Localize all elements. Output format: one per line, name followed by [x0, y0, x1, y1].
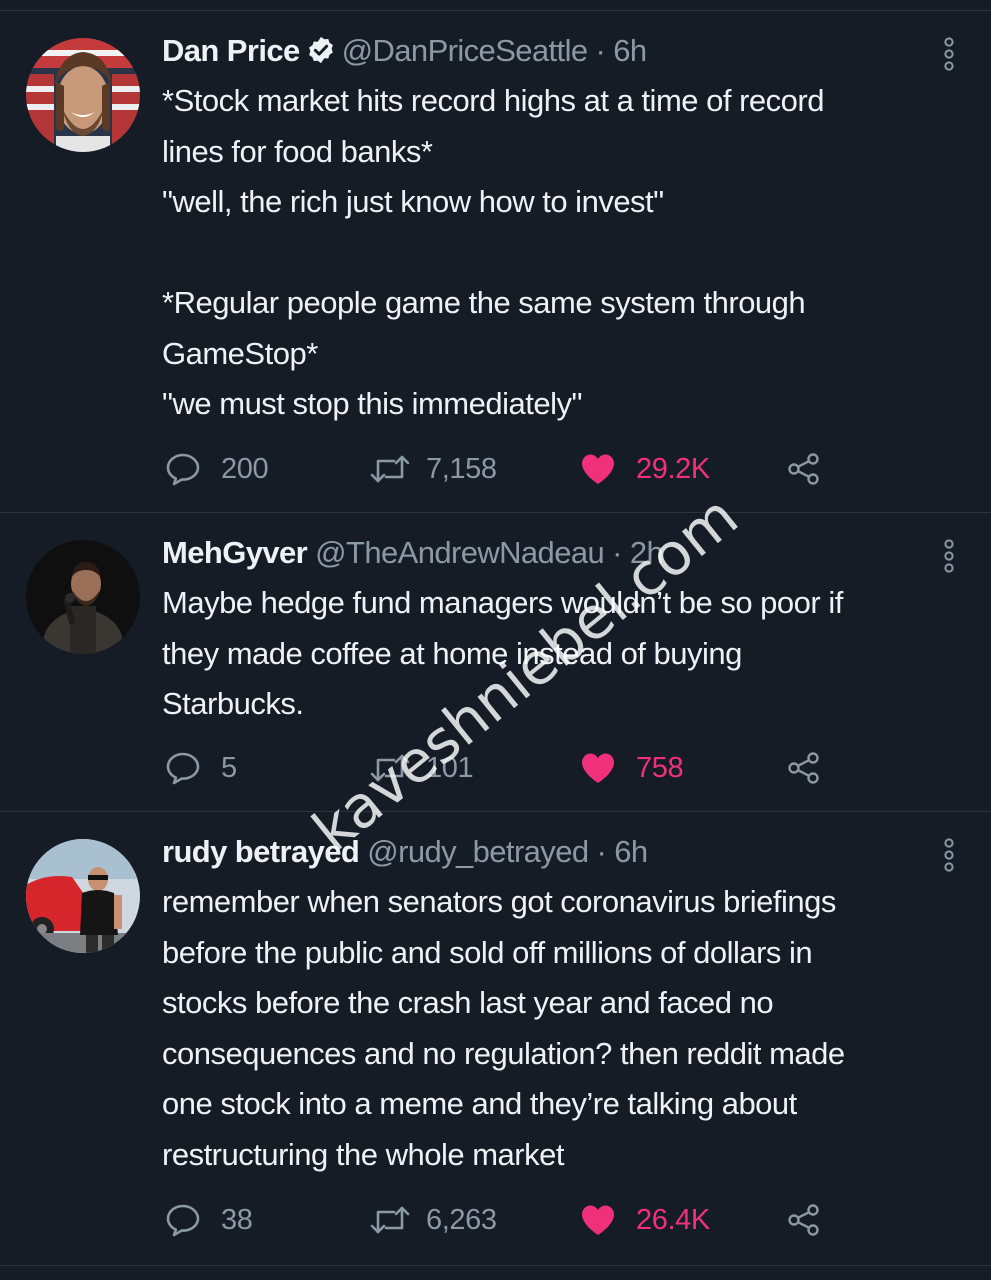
- reply-button[interactable]: 5: [165, 746, 237, 790]
- display-name[interactable]: Dan Price: [162, 33, 300, 68]
- avatar[interactable]: [26, 839, 140, 953]
- reply-icon: [165, 751, 201, 785]
- retweet-count: 7,158: [426, 452, 497, 485]
- reply-icon: [165, 1203, 201, 1237]
- reply-count: 200: [221, 452, 269, 485]
- tweet-header: Dan Price @DanPriceSeattle · 6h: [162, 32, 647, 70]
- tweet-text-line: GameStop*: [162, 335, 318, 371]
- tweet-text-line: [162, 228, 952, 279]
- timestamp[interactable]: 2h: [630, 535, 664, 570]
- tweet-header: MehGyver @TheAndrewNadeau · 2h: [162, 534, 664, 572]
- more-vertical-icon[interactable]: [940, 838, 958, 872]
- separator: ·: [596, 834, 607, 869]
- user-handle[interactable]: @TheAndrewNadeau: [315, 535, 605, 570]
- like-count: 26.4K: [636, 1203, 710, 1236]
- tweet-actions: 5 101 758: [162, 746, 862, 790]
- user-handle[interactable]: @rudy_betrayed: [367, 834, 589, 869]
- tweet-text-line: stocks before the crash last year and fa…: [162, 985, 774, 1020]
- retweet-count: 6,263: [426, 1203, 497, 1236]
- tweet-text-line: *Stock market hits record highs at a tim…: [162, 83, 824, 118]
- heart-icon: [580, 752, 616, 784]
- tweet[interactable]: Dan Price @DanPriceSeattle · 6h *Stock ma…: [0, 11, 991, 513]
- reply-count: 5: [221, 751, 237, 784]
- retweet-icon: [370, 453, 410, 485]
- reply-count: 38: [221, 1203, 253, 1236]
- more-vertical-icon[interactable]: [940, 539, 958, 573]
- like-button[interactable]: 29.2K: [580, 447, 710, 491]
- user-handle[interactable]: @DanPriceSeattle: [342, 33, 588, 68]
- tweet-header: rudy betrayed @rudy_betrayed · 6h: [162, 833, 648, 871]
- tweet-text: *Stock market hits record highs at a tim…: [162, 76, 952, 430]
- reply-button[interactable]: 200: [165, 447, 269, 491]
- share-button[interactable]: [786, 1198, 822, 1242]
- tweet-text: remember when senators got coronavirus b…: [162, 877, 952, 1180]
- avatar-image: [26, 839, 140, 953]
- tweet-text-line: Maybe hedge fund managers wouldn’t be so…: [162, 585, 843, 620]
- heart-icon: [580, 1204, 616, 1236]
- share-button[interactable]: [786, 447, 822, 491]
- tweet-text-line: before the public and sold off millions …: [162, 934, 813, 970]
- like-count: 29.2K: [636, 452, 710, 485]
- share-icon: [786, 451, 822, 487]
- avatar-image: [26, 540, 140, 654]
- heart-icon: [580, 453, 616, 485]
- tweet-text-line: "we must stop this immediately": [162, 386, 582, 421]
- tweet-text: Maybe hedge fund managers wouldn’t be so…: [162, 578, 952, 730]
- timestamp[interactable]: 6h: [613, 33, 647, 68]
- tweet-text-line: lines for food banks*: [162, 133, 433, 169]
- retweet-count: 101: [426, 751, 474, 784]
- like-button[interactable]: 758: [580, 746, 684, 790]
- tweet-text-line: they made coffee at home instead of buyi…: [162, 635, 742, 671]
- reply-icon: [165, 452, 201, 486]
- timestamp[interactable]: 6h: [614, 834, 648, 869]
- tweet-text-line: *Regular people game the same system thr…: [162, 285, 806, 320]
- avatar-image: [26, 38, 140, 152]
- retweet-icon: [370, 752, 410, 784]
- more-vertical-icon[interactable]: [940, 37, 958, 71]
- display-name[interactable]: MehGyver: [162, 535, 308, 570]
- retweet-button[interactable]: 6,263: [370, 1198, 497, 1242]
- retweet-icon: [370, 1204, 410, 1236]
- avatar[interactable]: [26, 38, 140, 152]
- tweet-text-line: Starbucks.: [162, 686, 304, 721]
- share-icon: [786, 1202, 822, 1238]
- avatar[interactable]: [26, 540, 140, 654]
- tweet-actions: 38 6,263 26.4K: [162, 1198, 862, 1242]
- display-name[interactable]: rudy betrayed: [162, 834, 360, 869]
- tweet-text-line: remember when senators got coronavirus b…: [162, 884, 836, 919]
- tweet-actions: 200 7,158 29.2K: [162, 447, 862, 491]
- share-button[interactable]: [786, 746, 822, 790]
- like-button[interactable]: 26.4K: [580, 1198, 710, 1242]
- tweet-text-line: consequences and no regulation? then red…: [162, 1035, 845, 1071]
- retweet-button[interactable]: 101: [370, 746, 474, 790]
- like-count: 758: [636, 751, 684, 784]
- separator: ·: [612, 535, 622, 570]
- tweet[interactable]: rudy betrayed @rudy_betrayed · 6h rememb…: [0, 812, 991, 1266]
- tweet-text-line: restructuring the whole market: [162, 1136, 564, 1172]
- retweet-button[interactable]: 7,158: [370, 447, 497, 491]
- separator: ·: [595, 33, 606, 68]
- verified-badge-icon: [306, 35, 336, 65]
- reply-button[interactable]: 38: [165, 1198, 253, 1242]
- tweet-text-line: one stock into a meme and they’re talkin…: [162, 1086, 797, 1121]
- tweet-divider: [0, 1265, 991, 1266]
- tweet[interactable]: MehGyver @TheAndrewNadeau · 2h Maybe hed…: [0, 513, 991, 812]
- share-icon: [786, 750, 822, 786]
- tweet-text-line: "well, the rich just know how to invest": [162, 184, 664, 219]
